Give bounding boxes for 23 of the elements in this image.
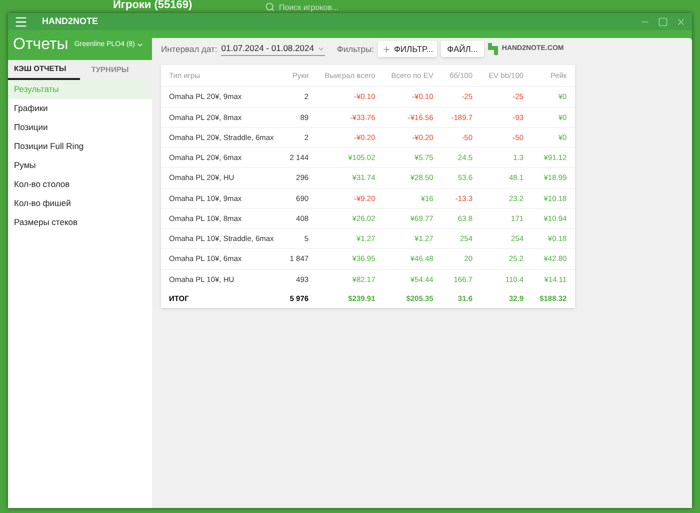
date-range-dropdown[interactable]: 01.07.2024 - 01.08.2024 <box>221 42 325 56</box>
sidebar-item[interactable]: Позиции Full Ring <box>8 137 152 156</box>
filter-button[interactable]: ФИЛЬТР... <box>378 40 438 58</box>
menu-icon[interactable] <box>14 14 28 28</box>
search-icon <box>265 2 275 12</box>
sidebar-item[interactable]: Позиции <box>8 118 152 137</box>
sidebar-item[interactable]: Кол-во фишей <box>8 194 152 213</box>
search-field[interactable]: Поиск игроков... <box>279 2 379 12</box>
logo-icon <box>488 43 498 55</box>
sidebar-item[interactable]: Размеры стеков <box>8 213 152 232</box>
background-window-title: Игроки (55169) <box>113 0 192 11</box>
window-title: HAND2NOTE <box>42 14 98 28</box>
caret-icon <box>136 41 144 49</box>
page-title: Отчеты <box>13 35 68 55</box>
sidebar-item[interactable]: Графики <box>8 99 152 118</box>
sidebar-item[interactable]: Кол-во столов <box>8 175 152 194</box>
close-icon[interactable] <box>676 16 686 26</box>
maximize-icon[interactable] <box>658 16 668 26</box>
plus-icon <box>382 44 391 54</box>
sidebar-item[interactable]: Румы <box>8 156 152 175</box>
file-button[interactable]: ФАЙЛ... <box>441 40 484 58</box>
date-label: Интервал дат: <box>161 42 218 56</box>
filters-label: Фильтры: <box>336 42 374 56</box>
